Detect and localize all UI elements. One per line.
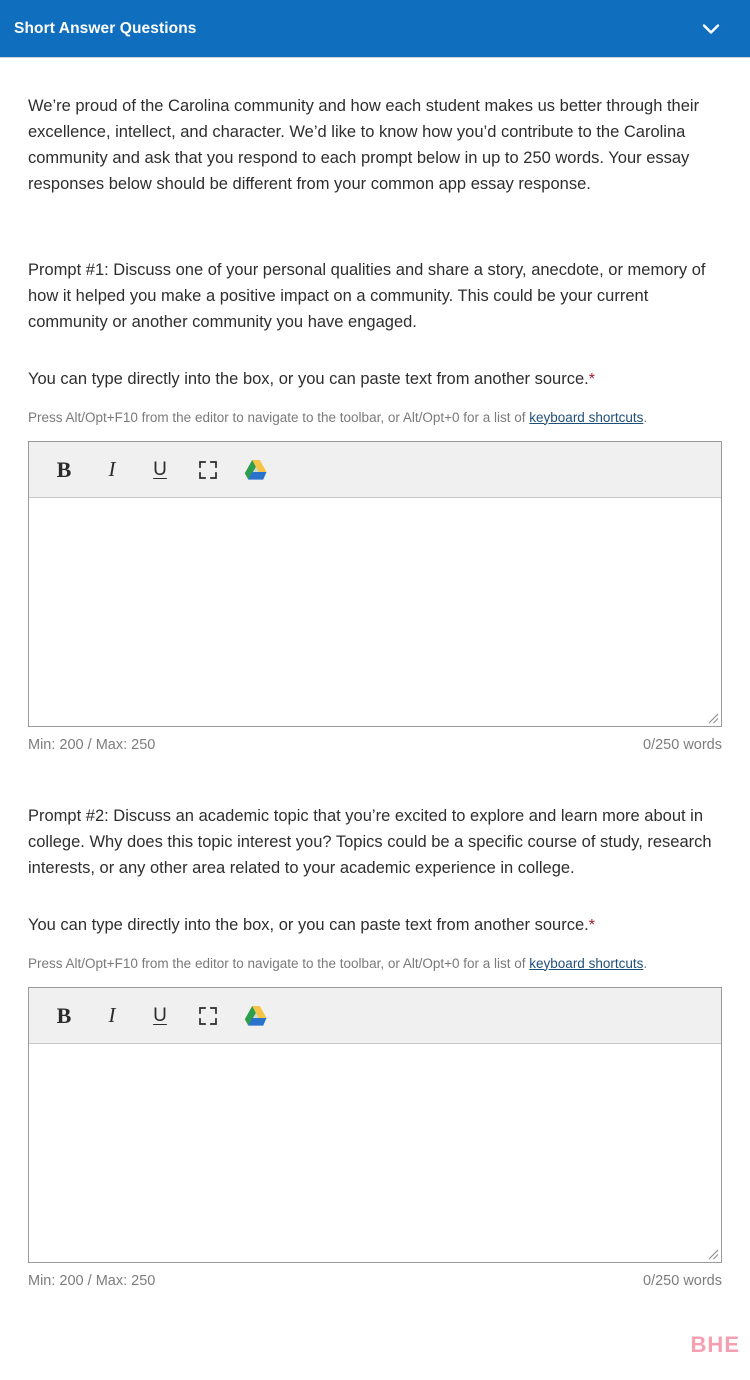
prompt-1-text: Prompt #1: Discuss one of your personal … bbox=[28, 261, 706, 331]
chevron-down-icon bbox=[697, 15, 725, 43]
word-limits-label-2: Min: 200 / Max: 250 bbox=[28, 1273, 156, 1289]
underline-icon: U bbox=[153, 459, 167, 480]
google-drive-button-1[interactable] bbox=[235, 450, 277, 490]
bold-icon: B bbox=[56, 1002, 72, 1028]
fullscreen-icon bbox=[199, 460, 217, 479]
underline-button-2[interactable]: U bbox=[139, 996, 181, 1036]
a11y-prefix-1: Press Alt/Opt+F10 from the editor to nav… bbox=[28, 409, 530, 425]
fullscreen-button-2[interactable] bbox=[187, 996, 229, 1036]
italic-icon: I bbox=[108, 457, 116, 481]
rich-text-editor-1: B I U bbox=[28, 441, 722, 727]
italic-button-2[interactable]: I bbox=[91, 996, 133, 1036]
type-instruction-label-1: You can type directly into the box, or y… bbox=[28, 370, 589, 388]
accessibility-note-1: Press Alt/Opt+F10 from the editor to nav… bbox=[28, 408, 722, 428]
editor-footer-2: Min: 200 / Max: 250 0/250 words bbox=[28, 1273, 722, 1289]
fullscreen-icon bbox=[199, 1006, 217, 1025]
bold-icon: B bbox=[56, 456, 72, 482]
essay-textarea-2[interactable] bbox=[29, 1044, 721, 1262]
italic-button-1[interactable]: I bbox=[91, 450, 133, 490]
resize-handle-1[interactable] bbox=[704, 709, 719, 724]
editor-body-area-1[interactable] bbox=[29, 498, 721, 726]
editor-toolbar-1: B I U bbox=[29, 442, 721, 498]
word-count-label-2: 0/250 words bbox=[643, 1273, 722, 1289]
google-drive-button-2[interactable] bbox=[235, 996, 277, 1036]
intro-paragraph: We’re proud of the Carolina community an… bbox=[28, 97, 700, 193]
required-asterisk-2: * bbox=[588, 917, 595, 934]
underline-button-1[interactable]: U bbox=[139, 450, 181, 490]
italic-icon: I bbox=[108, 1003, 116, 1027]
editor-toolbar-2: B I U bbox=[29, 988, 721, 1044]
a11y-suffix-2: . bbox=[643, 955, 648, 971]
bold-button-2[interactable]: B bbox=[43, 996, 85, 1036]
google-drive-icon bbox=[244, 1005, 268, 1027]
type-instruction-2: You can type directly into the box, or y… bbox=[28, 914, 722, 937]
underline-icon: U bbox=[153, 1005, 167, 1026]
form-content: We’re proud of the Carolina community an… bbox=[0, 93, 750, 1289]
watermark: BHE bbox=[690, 1332, 740, 1357]
section-header[interactable]: Short Answer Questions bbox=[0, 0, 750, 57]
essay-textarea-1[interactable] bbox=[29, 498, 721, 726]
accessibility-note-2: Press Alt/Opt+F10 from the editor to nav… bbox=[28, 954, 722, 974]
collapse-section-button[interactable] bbox=[694, 12, 728, 46]
bold-button-1[interactable]: B bbox=[43, 450, 85, 490]
type-instruction-label-2: You can type directly into the box, or y… bbox=[28, 916, 589, 934]
type-instruction-1: You can type directly into the box, or y… bbox=[28, 368, 722, 391]
a11y-prefix-2: Press Alt/Opt+F10 from the editor to nav… bbox=[28, 955, 530, 971]
rich-text-editor-2: B I U bbox=[28, 987, 722, 1263]
page-title: Short Answer Questions bbox=[14, 19, 197, 37]
editor-footer-1: Min: 200 / Max: 250 0/250 words bbox=[28, 737, 722, 753]
keyboard-shortcuts-link-1[interactable]: keyboard shortcuts bbox=[529, 410, 643, 425]
keyboard-shortcuts-link-2[interactable]: keyboard shortcuts bbox=[529, 956, 643, 971]
prompt-2-text: Prompt #2: Discuss an academic topic tha… bbox=[28, 807, 712, 877]
word-count-label-1: 0/250 words bbox=[643, 737, 722, 753]
a11y-suffix-1: . bbox=[643, 409, 648, 425]
editor-body-area-2[interactable] bbox=[29, 1044, 721, 1262]
fullscreen-button-1[interactable] bbox=[187, 450, 229, 490]
resize-handle-2[interactable] bbox=[704, 1245, 719, 1260]
word-limits-label-1: Min: 200 / Max: 250 bbox=[28, 737, 156, 753]
google-drive-icon bbox=[244, 459, 268, 481]
required-asterisk-1: * bbox=[588, 371, 595, 388]
